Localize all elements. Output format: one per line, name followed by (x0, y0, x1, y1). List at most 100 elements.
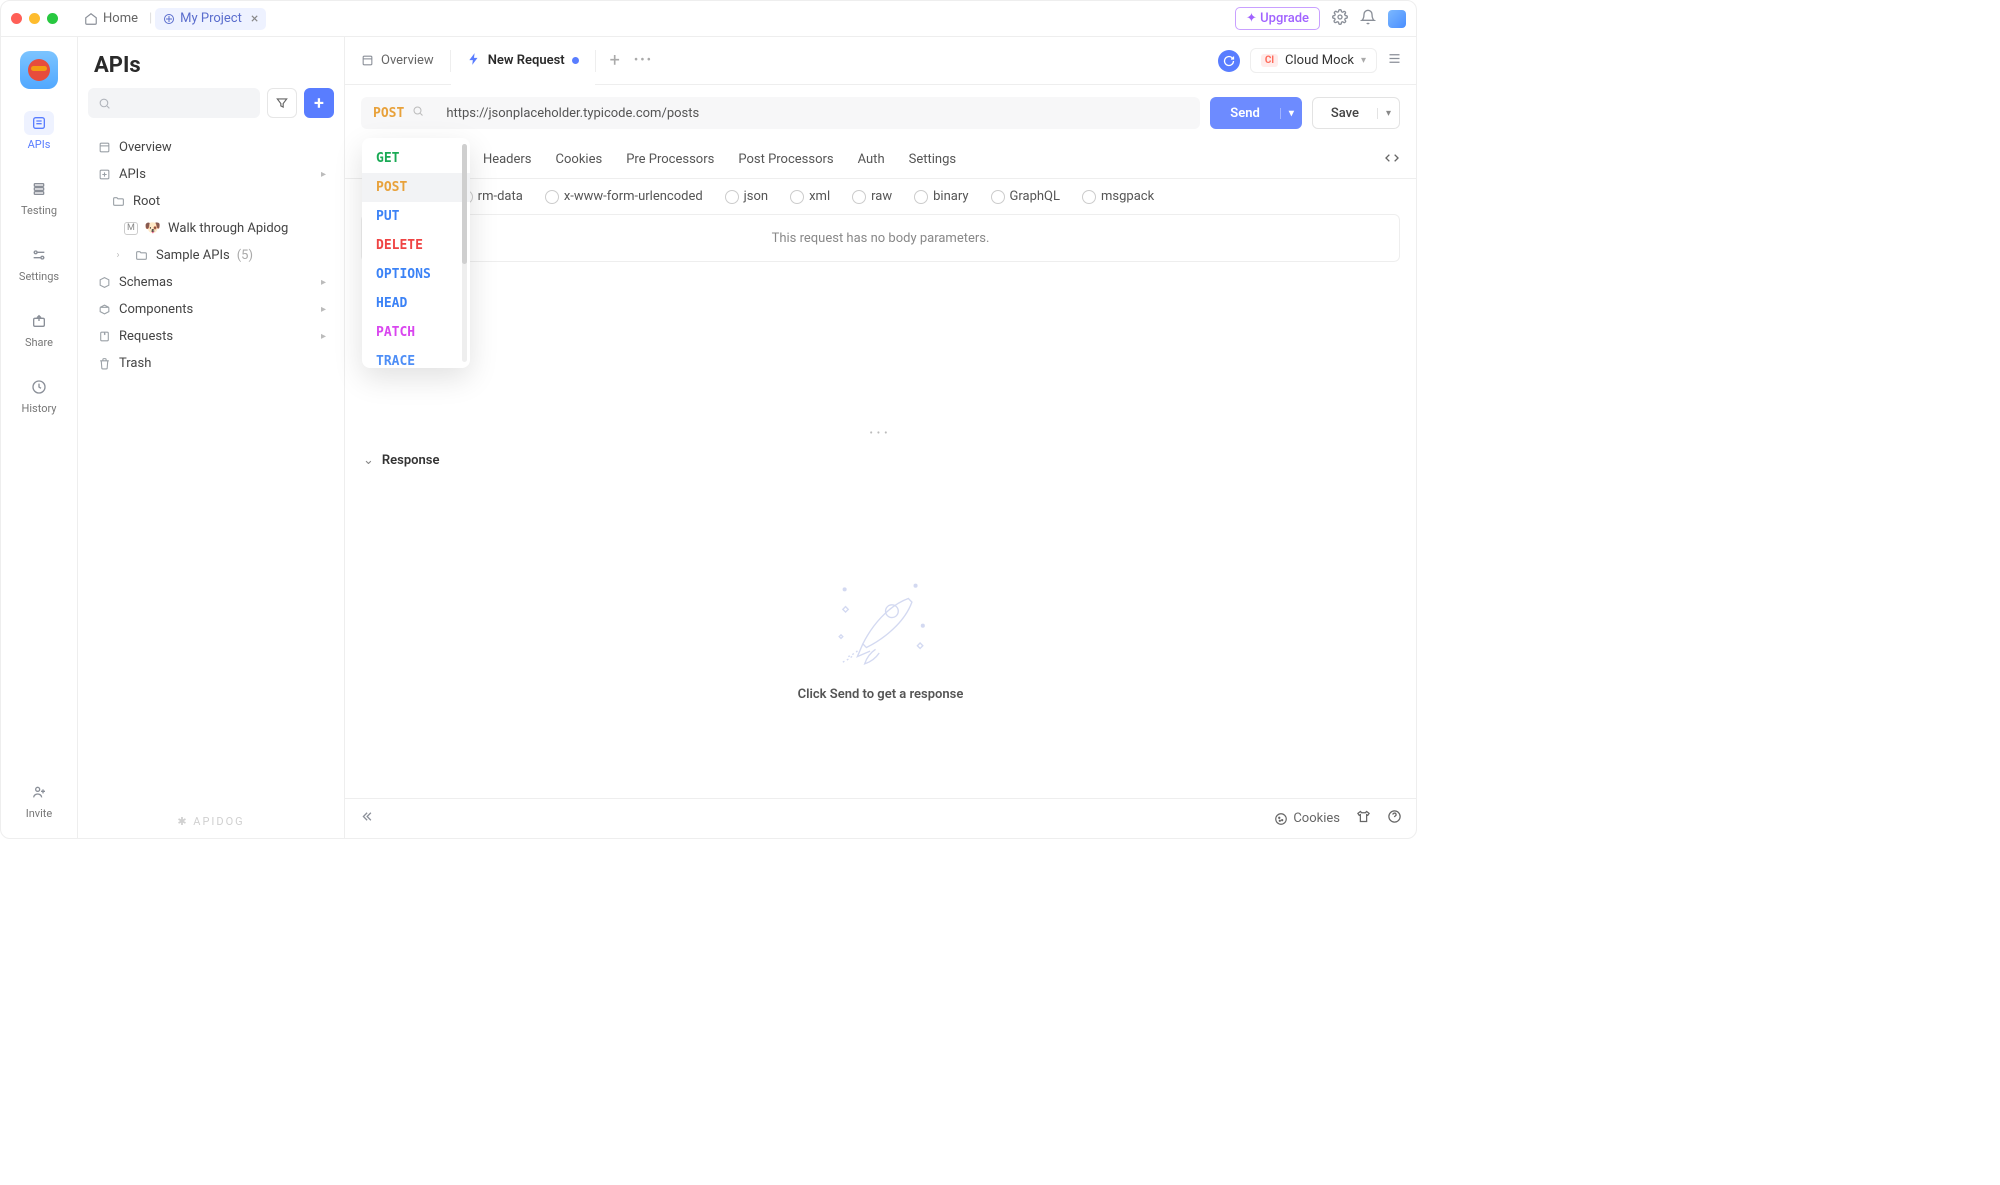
body-type-urlencoded[interactable]: x-www-form-urlencoded (545, 189, 703, 204)
response-header[interactable]: ⌄ Response (345, 445, 1416, 476)
body-type-json[interactable]: json (725, 189, 768, 204)
tree-apis[interactable]: APIs ▸ (86, 161, 336, 188)
panel-menu-icon[interactable] (1387, 51, 1402, 70)
environment-selector[interactable]: Cl Cloud Mock ▾ (1250, 48, 1377, 73)
method-option-head[interactable]: HEAD (362, 289, 470, 318)
save-dropdown-icon[interactable]: ▾ (1377, 108, 1399, 119)
settings-icon (24, 243, 54, 267)
tree-walkthrough[interactable]: M 🐶 Walk through Apidog (86, 215, 336, 242)
minimize-window-icon[interactable] (29, 13, 40, 24)
body-type-raw[interactable]: raw (852, 189, 892, 204)
send-dropdown-icon[interactable]: ▾ (1280, 108, 1302, 119)
nav-apis[interactable]: APIs (9, 107, 69, 155)
chevron-down-icon: ⌄ (363, 453, 374, 468)
method-option-options[interactable]: OPTIONS (362, 260, 470, 289)
tshirt-icon[interactable] (1356, 809, 1371, 828)
close-tab-icon[interactable]: × (251, 11, 258, 27)
save-button[interactable]: Save ▾ (1312, 97, 1400, 129)
maximize-window-icon[interactable] (47, 13, 58, 24)
body-type-graphql[interactable]: GraphQL (991, 189, 1060, 204)
nav-history[interactable]: History (9, 371, 69, 419)
method-option-trace[interactable]: TRACE (362, 347, 470, 368)
titlebar: Home | My Project × ✦ Upgrade (1, 1, 1416, 37)
add-tab-button[interactable]: + (610, 50, 620, 71)
rocket-icon (826, 573, 936, 673)
req-tab-cookies[interactable]: Cookies (556, 152, 603, 167)
user-avatar[interactable] (1388, 10, 1406, 28)
req-tab-post[interactable]: Post Processors (738, 152, 833, 167)
tree-root-folder[interactable]: Root (86, 188, 336, 215)
unsaved-indicator-icon (572, 57, 579, 64)
help-icon[interactable] (1387, 809, 1402, 828)
requests-icon (96, 330, 112, 343)
search-icon (98, 97, 111, 110)
code-view-icon[interactable] (1384, 150, 1400, 170)
home-tab[interactable]: Home (76, 8, 146, 29)
method-selector[interactable]: POST (361, 97, 434, 129)
url-input[interactable]: https://jsonplaceholder.typicode.com/pos… (434, 97, 1200, 129)
invite-icon (24, 780, 54, 804)
tree-schemas[interactable]: Schemas ▸ (86, 269, 336, 296)
body-type-msgpack[interactable]: msgpack (1082, 189, 1154, 204)
chevron-right-icon: ▸ (321, 331, 326, 342)
tree-requests[interactable]: Requests ▸ (86, 323, 336, 350)
method-option-patch[interactable]: PATCH (362, 318, 470, 347)
tree-components[interactable]: Components ▸ (86, 296, 336, 323)
bell-icon[interactable] (1360, 9, 1376, 29)
nav-share[interactable]: Share (9, 305, 69, 353)
nav-settings[interactable]: Settings (9, 239, 69, 287)
req-tab-settings[interactable]: Settings (909, 152, 956, 167)
share-icon (24, 309, 54, 333)
req-tab-auth[interactable]: Auth (858, 152, 885, 167)
overview-icon (361, 54, 374, 67)
collapse-panel-icon[interactable] (359, 809, 374, 828)
tree-overview[interactable]: Overview (86, 134, 336, 161)
tree-sample-apis[interactable]: › Sample APIs (5) (86, 242, 336, 269)
tab-overview[interactable]: Overview (345, 37, 450, 84)
chevron-right-icon: › (110, 250, 126, 261)
chevron-right-icon: ▸ (321, 277, 326, 288)
add-button[interactable]: + (304, 88, 334, 118)
project-tab[interactable]: My Project × (155, 8, 266, 30)
editor-tabs: Overview New Request + ••• (345, 37, 1416, 85)
brand-logo[interactable] (20, 51, 58, 89)
folder-icon (133, 249, 149, 262)
cookie-icon (1274, 812, 1288, 826)
req-tab-headers[interactable]: Headers (483, 152, 532, 167)
nav-invite[interactable]: Invite (9, 776, 69, 824)
sidebar: APIs + Overview APIs ▸ (78, 37, 345, 838)
resize-handle[interactable]: ••• (345, 422, 1416, 445)
send-button[interactable]: Send ▾ (1210, 97, 1302, 129)
tree-trash[interactable]: Trash (86, 350, 336, 377)
sidebar-brand-footer: ✱ APIDOG (78, 805, 344, 838)
method-option-put[interactable]: PUT (362, 202, 470, 231)
method-dropdown: GETPOSTPUTDELETEOPTIONSHEADPATCHTRACE (362, 138, 470, 368)
nav-testing[interactable]: Testing (9, 173, 69, 221)
req-tab-pre[interactable]: Pre Processors (626, 152, 714, 167)
body-type-row: none rm-data x-www-form-urlencoded json … (345, 179, 1416, 214)
body-type-xml[interactable]: xml (790, 189, 830, 204)
search-icon (412, 105, 424, 121)
filter-button[interactable] (267, 88, 297, 118)
testing-icon (24, 177, 54, 201)
upgrade-button[interactable]: ✦ Upgrade (1235, 7, 1320, 30)
overview-icon (96, 141, 112, 154)
settings-gear-icon[interactable] (1332, 9, 1348, 29)
close-window-icon[interactable] (11, 13, 22, 24)
sidebar-search[interactable] (88, 88, 260, 118)
environment-refresh-icon[interactable] (1218, 50, 1240, 72)
dropdown-scroll-thumb[interactable] (462, 144, 467, 264)
body-type-binary[interactable]: binary (914, 189, 968, 204)
chevron-right-icon: ▸ (321, 169, 326, 180)
cookies-button[interactable]: Cookies (1274, 811, 1340, 826)
method-option-delete[interactable]: DELETE (362, 231, 470, 260)
method-option-post[interactable]: POST (362, 173, 470, 202)
method-option-get[interactable]: GET (362, 144, 470, 173)
body-empty-message: This request has no body parameters. (772, 231, 990, 246)
request-tabs: Params Body Headers Cookies Pre Processo… (345, 141, 1416, 179)
more-tabs-icon[interactable]: ••• (634, 53, 653, 68)
request-bar: POST https://jsonplaceholder.typicode.co… (345, 85, 1416, 141)
tab-new-request[interactable]: New Request (451, 37, 595, 84)
window-controls (11, 13, 58, 24)
body-panel: This request has no body parameters. (361, 214, 1400, 262)
